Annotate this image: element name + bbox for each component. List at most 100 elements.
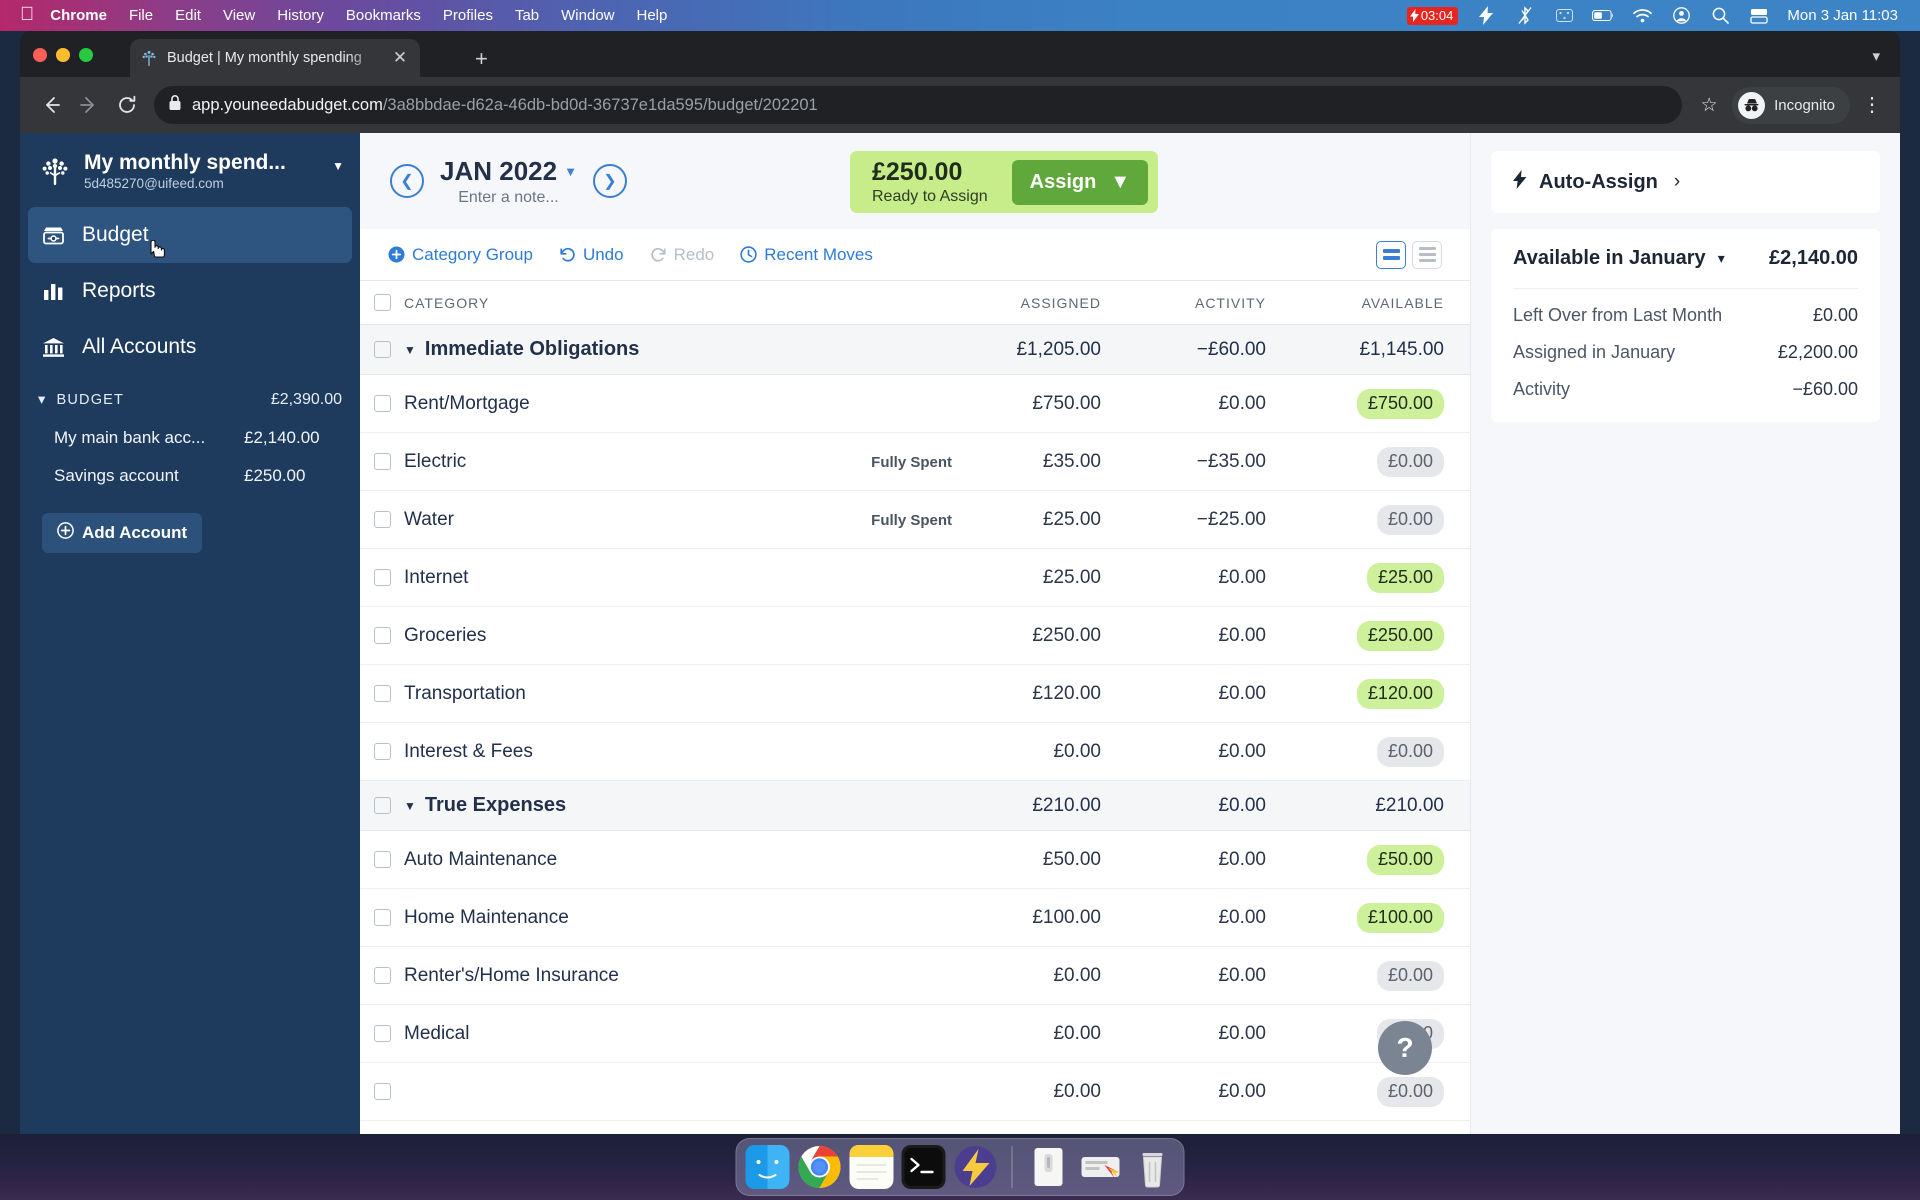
caret-down-icon[interactable]: ▼ [404,799,416,813]
row-checkbox[interactable] [360,511,404,528]
category-name-cell[interactable]: Renter's/Home Insurance [404,965,962,987]
category-row[interactable]: Medical£0.00£0.00£0.00 [360,1005,1470,1063]
add-account-button[interactable]: Add Account [42,513,203,553]
category-name-cell[interactable]: Medical [404,1023,962,1045]
auto-assign-row[interactable]: Auto-Assign › [1513,151,1858,213]
available-cell[interactable]: £0.00 [1292,736,1470,767]
current-month[interactable]: JAN 2022 ▼ [440,156,577,187]
row-checkbox[interactable] [360,967,404,984]
menu-item-help[interactable]: Help [637,7,668,24]
row-checkbox[interactable] [360,569,404,586]
kebab-menu-icon[interactable]: ⋮ [1856,95,1888,115]
category-row[interactable]: Home Maintenance £100.00 £0.00 £100.00 [360,889,1470,947]
terminal-icon[interactable] [901,1145,946,1189]
close-icon[interactable]: ✕ [390,48,410,68]
maximize-window-button[interactable] [79,48,93,62]
activity-amount[interactable]: £0.00 [1127,625,1292,647]
sidebar-account-row[interactable]: My main bank acc... £2,140.00 [20,419,360,457]
chevron-down-icon[interactable]: ▾ [1718,250,1725,267]
finder-icon[interactable] [745,1145,790,1189]
category-name-cell[interactable]: Interest & Fees [404,741,962,763]
auto-assign-card[interactable]: Auto-Assign › [1491,151,1880,213]
chrome-icon[interactable] [798,1145,842,1189]
category-name-cell[interactable]: Water Fully Spent [404,509,962,531]
sidebar-item-reports[interactable]: Reports [20,263,360,319]
menu-item-edit[interactable]: Edit [175,7,201,24]
chevron-right-icon[interactable]: ❯ [592,164,627,198]
available-header-row[interactable]: Available in January ▾ £2,140.00 [1513,229,1858,289]
control-center-icon[interactable] [1553,6,1575,26]
assigned-amount[interactable]: £0.00 [962,1023,1127,1045]
activity-amount[interactable]: £0.00 [1127,567,1292,589]
view-list-icon[interactable] [1412,240,1442,269]
category-group-row[interactable]: ▼ True Expenses £210.00 £0.00 £210.00 [360,781,1470,831]
category-row[interactable]: £0.00 £0.00 £0.00 [360,1063,1470,1121]
available-cell[interactable]: £25.00 [1292,562,1470,593]
assign-button[interactable]: Assign ▼ [1011,159,1149,205]
view-compact-icon[interactable] [1376,240,1406,269]
category-name-cell[interactable]: Electric Fully Spent [404,451,962,473]
row-checkbox[interactable] [360,1025,404,1042]
assigned-amount[interactable]: £120.00 [962,683,1127,705]
activity-amount[interactable]: −£35.00 [1127,451,1292,473]
available-cell[interactable]: £250.00 [1292,620,1470,651]
budget-switcher[interactable]: My monthly spend... 5d485270@uifeed.com … [20,133,360,207]
bolt-app-icon[interactable] [954,1145,998,1189]
available-cell[interactable]: £750.00 [1292,388,1470,419]
row-checkbox[interactable] [360,685,404,702]
category-row[interactable]: Internet £25.00 £0.00 £25.00 [360,549,1470,607]
category-row[interactable]: Transportation £120.00 £0.00 £120.00 [360,665,1470,723]
document-icon[interactable] [1027,1145,1071,1189]
row-checkbox[interactable] [360,797,404,814]
trash-icon[interactable] [1131,1145,1175,1189]
menu-item-window[interactable]: Window [561,7,614,24]
search-icon[interactable] [1709,6,1731,26]
available-cell[interactable]: £0.00 [1292,1076,1470,1107]
activity-amount[interactable]: £0.00 [1127,1081,1292,1103]
caret-down-icon[interactable]: ▼ [332,159,344,173]
month-note-input[interactable]: Enter a note... [440,189,577,207]
minimize-window-button[interactable] [56,48,70,62]
assigned-amount[interactable]: £35.00 [962,451,1127,473]
category-row[interactable]: Renter's/Home Insurance £0.00 £0.00 £0.00 [360,947,1470,1005]
address-bar[interactable]: app.youneedabudget.com/3a8bbdae-d62a-46d… [154,86,1683,124]
close-window-button[interactable] [33,48,47,62]
menu-item-chrome[interactable]: Chrome [50,7,107,24]
available-cell[interactable]: £0.00 [1292,504,1470,535]
available-cell[interactable]: £0.00 [1292,960,1470,991]
category-name-cell[interactable]: Rent/Mortgage [404,393,962,415]
row-checkbox[interactable] [360,851,404,868]
plus-icon[interactable]: + [475,48,488,70]
assigned-amount[interactable]: £25.00 [962,509,1127,531]
activity-amount[interactable]: £0.00 [1127,907,1292,929]
caret-down-icon[interactable]: ▼ [404,343,416,357]
help-button[interactable]: ? [1378,1021,1432,1075]
category-name-cell[interactable]: Internet [404,567,962,589]
category-name-cell[interactable]: Home Maintenance [404,907,962,929]
bolt-icon[interactable] [1475,6,1497,26]
activity-amount[interactable]: £0.00 [1127,393,1292,415]
assigned-amount[interactable]: £25.00 [962,567,1127,589]
browser-tab[interactable]: Budget | My monthly spending ✕ [130,39,420,77]
category-row[interactable]: Interest & Fees £0.00 £0.00 £0.00 [360,723,1470,781]
recent-moves-button[interactable]: Recent Moves [740,245,873,265]
menu-item-bookmarks[interactable]: Bookmarks [346,7,421,24]
assigned-amount[interactable]: £250.00 [962,625,1127,647]
activity-amount[interactable]: £0.00 [1127,965,1292,987]
available-cell[interactable]: £0.00 [1292,446,1470,477]
reload-icon[interactable] [108,86,146,124]
menu-item-history[interactable]: History [277,7,324,24]
activity-amount[interactable]: −£25.00 [1127,509,1292,531]
undo-button[interactable]: Undo [559,245,624,265]
select-all-checkbox[interactable] [360,294,404,311]
category-name-cell[interactable]: Transportation [404,683,962,705]
battery-icon[interactable] [1592,6,1614,26]
category-name-cell[interactable]: Groceries [404,625,962,647]
category-row[interactable]: Groceries £250.00 £0.00 £250.00 [360,607,1470,665]
menu-bar-clock[interactable]: Mon 3 Jan 11:03 [1787,7,1898,24]
arrow-left-icon[interactable] [32,86,70,124]
row-checkbox[interactable] [360,1083,404,1100]
row-checkbox[interactable] [360,743,404,760]
user-account-icon[interactable] [1670,6,1692,26]
row-checkbox[interactable] [360,909,404,926]
